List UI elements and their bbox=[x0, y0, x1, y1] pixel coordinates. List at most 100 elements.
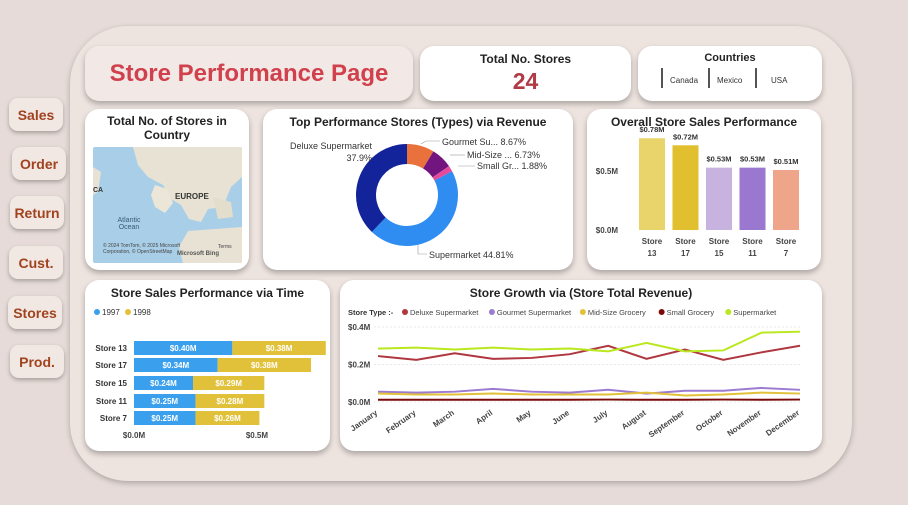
legend-marker bbox=[658, 309, 665, 315]
y-tick-label: Store 7 bbox=[100, 414, 128, 423]
x-tick-label: 17 bbox=[681, 249, 690, 258]
page-title-card: Store Performance Page bbox=[85, 46, 413, 101]
legend-label: Supermarket bbox=[733, 308, 777, 317]
leader-line bbox=[420, 140, 440, 145]
donut-label-deluxe-pct: 37.9% bbox=[346, 153, 372, 163]
x-tick-label: Store bbox=[709, 237, 730, 246]
nav-sales-button[interactable]: Sales bbox=[9, 98, 63, 131]
nav-stores-button[interactable]: Stores bbox=[8, 296, 62, 329]
y-tick-label: $0.4M bbox=[348, 323, 371, 332]
slicer-divider bbox=[708, 68, 710, 88]
slicer-divider bbox=[755, 68, 757, 88]
time-sales-card: Store Sales Performance via Time 1997 199… bbox=[85, 280, 330, 451]
bar-value-label: $0.34M bbox=[162, 361, 189, 370]
bar bbox=[706, 167, 732, 230]
page-title: Store Performance Page bbox=[109, 59, 389, 87]
x-tick-label: August bbox=[620, 408, 648, 431]
bar-value-label: $0.26M bbox=[214, 414, 241, 423]
country-usa[interactable]: USA bbox=[771, 76, 787, 85]
nav-order-button[interactable]: Order bbox=[12, 147, 66, 180]
bar-value-label: $0.53M bbox=[706, 155, 731, 164]
slicer-divider bbox=[661, 68, 663, 88]
kpi-value: 24 bbox=[512, 68, 539, 94]
time-bar-chart[interactable]: 1997 1998 Store 13 $0.40M $0.38M Store 17 $0.3… bbox=[85, 280, 330, 451]
bing-logo: Microsoft Bing bbox=[177, 251, 219, 257]
donut-chart[interactable]: Gourmet Su... 8.67% Mid-Size ... 6.73%Sma… bbox=[263, 109, 573, 270]
x-tick-label: Store bbox=[742, 237, 763, 246]
bar-value-label: $0.24M bbox=[150, 379, 177, 388]
nav-customers-button[interactable]: Cust. bbox=[9, 246, 63, 279]
bar-value-label: $0.53M bbox=[740, 155, 765, 164]
x-tick-label: May bbox=[515, 408, 533, 425]
bar-value-label: $0.78M bbox=[639, 125, 664, 134]
map-label-europe: EUROPE bbox=[175, 192, 209, 201]
x-tick-label: July bbox=[591, 408, 610, 425]
donut-label-small: Small Gr... 1.88% bbox=[477, 161, 547, 171]
countries-title: Countries bbox=[704, 52, 756, 64]
x-tick-label: December bbox=[764, 408, 801, 438]
legend-marker bbox=[125, 309, 131, 315]
donut-label-supermarket: Supermarket 44.81% bbox=[429, 250, 514, 260]
x-tick-label: $0.0M bbox=[123, 431, 146, 440]
legend-label: Mid-Size Grocery bbox=[588, 308, 646, 317]
legend-marker bbox=[488, 309, 495, 315]
legend-label: Gourmet Supermarket bbox=[497, 308, 572, 317]
legend-marker bbox=[94, 309, 100, 315]
country-canada[interactable]: Canada bbox=[670, 76, 698, 85]
x-tick-label: 11 bbox=[748, 249, 757, 258]
donut-label-midsize: Mid-Size ... 6.73% bbox=[467, 150, 540, 160]
nav-products-button[interactable]: Prod. bbox=[10, 345, 64, 378]
legend-label: Small Grocery bbox=[667, 308, 715, 317]
x-tick-label: Store bbox=[642, 237, 663, 246]
x-tick-label: Store bbox=[675, 237, 696, 246]
bar-value-label: $0.29M bbox=[215, 379, 242, 388]
growth-card: Store Growth via (Store Total Revenue) S… bbox=[340, 280, 822, 451]
y-tick-label: $0.2M bbox=[348, 361, 371, 370]
donut-slice bbox=[371, 171, 459, 247]
legend-title: Store Type :- bbox=[348, 308, 394, 317]
x-tick-label: June bbox=[551, 408, 572, 426]
bar-value-label: $0.38M bbox=[266, 344, 293, 353]
countries-slicer: Countries Canada Mexico USA bbox=[638, 46, 822, 101]
bar bbox=[672, 145, 699, 230]
y-tick-label: Store 13 bbox=[95, 344, 127, 353]
country-mexico[interactable]: Mexico bbox=[717, 76, 742, 85]
donut-label-deluxe-name: Deluxe Supermarket bbox=[290, 141, 373, 151]
kpi-total-stores-card: Total No. Stores 24 bbox=[420, 46, 631, 101]
y-tick-label: Store 11 bbox=[96, 397, 128, 406]
series-line bbox=[377, 391, 801, 397]
x-tick-label: January bbox=[349, 408, 380, 433]
map-label-edge: CA bbox=[93, 187, 104, 194]
x-tick-label: March bbox=[431, 408, 456, 429]
donut-label-gourmet: Gourmet Su... 8.67% bbox=[442, 137, 526, 147]
x-tick-label: 15 bbox=[715, 249, 724, 258]
bar-value-label: $0.28M bbox=[217, 397, 244, 406]
x-tick-label: September bbox=[647, 408, 686, 439]
series-line bbox=[377, 386, 801, 395]
x-tick-label: Store bbox=[776, 237, 797, 246]
y-tick-label: Store 15 bbox=[95, 379, 127, 388]
bar-value-label: $0.40M bbox=[170, 344, 197, 353]
x-tick-label: $0.5M bbox=[246, 431, 269, 440]
legend-marker bbox=[725, 309, 732, 315]
map-title: Total No. of Stores in Country bbox=[107, 114, 227, 142]
legend-label: 1997 bbox=[102, 308, 120, 317]
map-terms-link[interactable]: Terms bbox=[218, 244, 232, 250]
bar bbox=[739, 167, 766, 230]
x-tick-label: 13 bbox=[648, 249, 657, 258]
leader-line bbox=[417, 245, 427, 255]
legend-marker bbox=[402, 309, 408, 315]
nav-return-button[interactable]: Return bbox=[10, 196, 64, 229]
y-tick-label: $0.0M bbox=[596, 226, 619, 235]
world-map[interactable]: EUROPE Atlantic Ocean CA © 2024 TomTom, … bbox=[93, 147, 242, 263]
bar-value-label: $0.25M bbox=[151, 397, 178, 406]
map-label-atlantic: Atlantic Ocean bbox=[117, 217, 141, 231]
y-tick-label: $0.0M bbox=[348, 398, 371, 407]
bar-value-label: $0.38M bbox=[251, 361, 278, 370]
bar bbox=[639, 138, 665, 230]
donut-card: Top Performance Stores (Types) via Reven… bbox=[263, 109, 573, 270]
growth-line-chart[interactable]: Store Type :- Deluxe Supermarket Gourmet S… bbox=[340, 280, 822, 451]
bar bbox=[773, 170, 799, 230]
overall-bar-chart[interactable]: $0.0M $0.5M $0.78M Store 13 $0.72M Store 17 $0.5… bbox=[587, 109, 821, 270]
y-tick-label: Store 17 bbox=[95, 361, 127, 370]
